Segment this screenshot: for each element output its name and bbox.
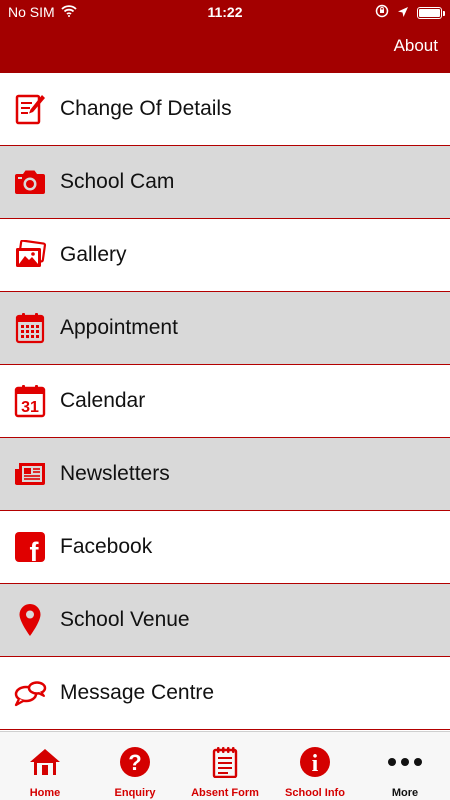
tab-label: School Info <box>285 787 345 799</box>
facebook-icon: f <box>0 511 60 584</box>
battery-icon <box>417 6 445 19</box>
tab-label: More <box>391 787 419 799</box>
status-bar: No SIM 11:22 <box>0 0 450 25</box>
nav-bar: About <box>0 25 450 73</box>
menu-item-message-centre[interactable]: Message Centre <box>0 657 450 730</box>
about-button[interactable]: About <box>394 36 438 56</box>
menu-item-calendar[interactable]: 31 Calendar <box>0 365 450 438</box>
menu-item-label: School Cam <box>60 170 175 193</box>
tab-school-info[interactable]: i School Info <box>270 732 360 800</box>
camera-icon <box>0 146 60 219</box>
chat-bubbles-icon <box>0 657 60 730</box>
menu-item-facebook[interactable]: f Facebook <box>0 511 450 584</box>
menu-item-label: Message Centre <box>60 681 215 704</box>
menu-item-label: Appointment <box>60 316 178 339</box>
menu-item-school-cam[interactable]: School Cam <box>0 146 450 219</box>
menu-item-label: Change Of Details <box>60 97 232 120</box>
menu-item-label: Facebook <box>60 535 153 558</box>
info-icon: i <box>299 746 331 778</box>
tab-label: Enquiry <box>114 787 156 799</box>
menu-item-label: Newsletters <box>60 462 170 485</box>
notepad-icon <box>212 746 238 778</box>
calendar-day-number: 31 <box>21 399 39 416</box>
home-icon <box>29 746 61 778</box>
newspaper-icon <box>0 438 60 511</box>
question-icon: ? <box>119 746 151 778</box>
more-dots-icon <box>387 746 423 778</box>
map-pin-icon <box>0 584 60 657</box>
tab-bar: Home ? Enquiry Absent Form i School Info… <box>0 731 450 800</box>
orientation-lock-icon <box>375 4 389 21</box>
menu-item-change-of-details[interactable]: Change Of Details <box>0 73 450 146</box>
calendar-31-icon: 31 <box>0 365 60 438</box>
gallery-icon <box>0 219 60 292</box>
question-glyph: ? <box>128 750 141 775</box>
menu-item-newsletters[interactable]: Newsletters <box>0 438 450 511</box>
menu-item-label: Gallery <box>60 243 127 266</box>
facebook-glyph: f <box>30 537 40 563</box>
menu-item-appointment[interactable]: Appointment <box>0 292 450 365</box>
location-arrow-icon <box>397 5 409 21</box>
menu-item-gallery[interactable]: Gallery <box>0 219 450 292</box>
tab-absent-form[interactable]: Absent Form <box>180 732 270 800</box>
tab-enquiry[interactable]: ? Enquiry <box>90 732 180 800</box>
tab-label: Home <box>29 787 61 799</box>
menu-item-school-venue[interactable]: School Venue <box>0 584 450 657</box>
appointment-calendar-icon <box>0 292 60 365</box>
tab-home[interactable]: Home <box>0 732 90 800</box>
tab-more[interactable]: More <box>360 732 450 800</box>
battery-fill <box>419 8 440 17</box>
edit-form-icon <box>0 73 60 146</box>
info-glyph: i <box>312 751 319 777</box>
menu-item-label: Calendar <box>60 389 146 412</box>
menu-list: Change Of Details School Cam Gallery App… <box>0 73 450 730</box>
status-right <box>375 4 445 21</box>
menu-item-label: School Venue <box>60 608 190 631</box>
tab-label: Absent Form <box>191 787 259 799</box>
